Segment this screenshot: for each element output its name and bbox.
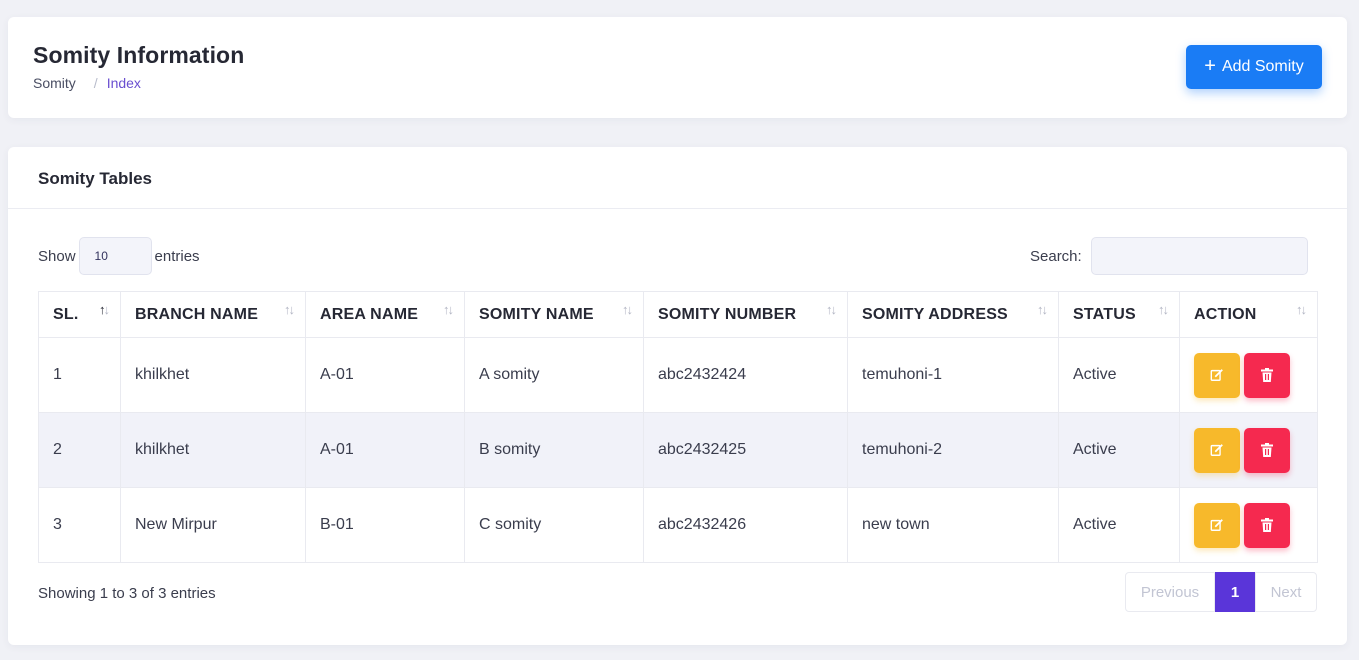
column-header-label: SOMITY NAME xyxy=(479,305,594,323)
cell-branch: New Mirpur xyxy=(120,487,306,563)
column-header-label: SOMITY NUMBER xyxy=(658,305,797,323)
column-header-somity-address[interactable]: SOMITY ADDRESS ↑↓ xyxy=(847,291,1059,338)
cell-action xyxy=(1179,487,1318,563)
cell-somity-number: abc2432424 xyxy=(643,337,848,413)
cell-branch: khilkhet xyxy=(120,412,306,488)
column-header-label: SL. xyxy=(53,305,79,323)
sort-icon: ↑↓ xyxy=(1037,302,1048,317)
sort-icon: ↑↓ xyxy=(826,302,837,317)
cell-action xyxy=(1179,412,1318,488)
cell-area: B-01 xyxy=(305,487,465,563)
cell-action xyxy=(1179,337,1318,413)
column-header-somity-name[interactable]: SOMITY NAME ↑↓ xyxy=(464,291,644,338)
sort-icon: ↑↓ xyxy=(1158,302,1169,317)
cell-status: Active xyxy=(1058,487,1180,563)
entries-length-control: Show 10 entries xyxy=(38,237,200,275)
add-somity-button[interactable]: + Add Somity xyxy=(1186,45,1322,89)
table-info: Showing 1 to 3 of 3 entries xyxy=(38,585,216,602)
column-header-action[interactable]: ACTION ↑↓ xyxy=(1179,291,1318,338)
column-header-label: ACTION xyxy=(1194,305,1257,323)
cell-address: new town xyxy=(847,487,1059,563)
search-input[interactable] xyxy=(1090,237,1308,275)
breadcrumb-separator: / xyxy=(93,75,98,91)
edit-button[interactable] xyxy=(1194,502,1240,548)
add-somity-label: Add Somity xyxy=(1221,58,1304,75)
cell-sl: 2 xyxy=(38,412,121,488)
next-page-button[interactable]: Next xyxy=(1255,572,1317,612)
search-control: Search: xyxy=(1030,237,1308,275)
sort-icon: ↑↓ xyxy=(284,302,295,317)
previous-page-button[interactable]: Previous xyxy=(1125,572,1215,612)
entries-per-page-value: 10 xyxy=(94,249,108,263)
breadcrumb-item-index: Index xyxy=(106,75,141,91)
column-header-label: STATUS xyxy=(1073,305,1136,323)
cell-area: A-01 xyxy=(305,412,465,488)
table-row: 3 New Mirpur B-01 C somity abc2432426 ne… xyxy=(38,487,1318,563)
cell-address: temuhoni-2 xyxy=(847,412,1059,488)
edit-icon xyxy=(1210,444,1223,456)
cell-branch: khilkhet xyxy=(120,337,306,413)
column-header-somity-number[interactable]: SOMITY NUMBER ↑↓ xyxy=(643,291,848,338)
delete-button[interactable] xyxy=(1244,427,1290,473)
card-divider xyxy=(8,208,1347,209)
cell-status: Active xyxy=(1058,412,1180,488)
edit-icon xyxy=(1210,369,1223,381)
cell-somity-number: abc2432425 xyxy=(643,412,848,488)
cell-address: temuhoni-1 xyxy=(847,337,1059,413)
trash-icon xyxy=(1261,518,1273,532)
card-title: Somity Tables xyxy=(38,169,152,188)
page-title: Somity Information xyxy=(33,42,245,68)
table-row: 1 khilkhet A-01 A somity abc2432424 temu… xyxy=(38,337,1318,413)
page-1-button[interactable]: 1 xyxy=(1215,572,1255,612)
edit-button[interactable] xyxy=(1194,352,1240,398)
show-label: Show xyxy=(38,247,76,265)
entries-per-page-select[interactable]: 10 xyxy=(78,237,152,275)
table-row: 2 khilkhet A-01 B somity abc2432425 temu… xyxy=(38,412,1318,488)
column-header-branch-name[interactable]: BRANCH NAME ↑↓ xyxy=(120,291,306,338)
sort-icon: ↑↓ xyxy=(1296,302,1307,317)
somity-table: SL. ↑↓ BRANCH NAME ↑↓ AREA NAME ↑↓ SOMITY N… xyxy=(38,291,1318,563)
pagination: Previous 1 Next xyxy=(1125,572,1317,612)
sort-icon: ↑↓ xyxy=(443,302,454,317)
trash-icon xyxy=(1261,443,1273,457)
cell-sl: 1 xyxy=(38,337,121,413)
cell-somity-name: C somity xyxy=(464,487,644,563)
cell-sl: 3 xyxy=(38,487,121,563)
trash-icon xyxy=(1261,368,1273,382)
table-header-row: SL. ↑↓ BRANCH NAME ↑↓ AREA NAME ↑↓ SOMITY N… xyxy=(38,291,1318,338)
edit-button[interactable] xyxy=(1194,427,1240,473)
entries-label: entries xyxy=(154,247,200,265)
plus-icon: + xyxy=(1204,55,1216,77)
delete-button[interactable] xyxy=(1244,352,1290,398)
cell-status: Active xyxy=(1058,337,1180,413)
column-header-status[interactable]: STATUS ↑↓ xyxy=(1058,291,1180,338)
cell-somity-number: abc2432426 xyxy=(643,487,848,563)
column-header-label: BRANCH NAME xyxy=(135,305,259,323)
column-header-label: SOMITY ADDRESS xyxy=(862,305,1008,323)
cell-area: A-01 xyxy=(305,337,465,413)
search-label: Search: xyxy=(1030,247,1082,265)
cell-somity-name: A somity xyxy=(464,337,644,413)
sort-icon: ↑↓ xyxy=(99,302,110,317)
breadcrumb: Somity / Index xyxy=(33,75,141,91)
somity-table-card: Somity Tables Show 10 entries Search: SL… xyxy=(8,147,1347,645)
page-header-card: Somity Information Somity / Index + Add … xyxy=(8,17,1347,118)
breadcrumb-item-somity[interactable]: Somity xyxy=(33,75,76,91)
edit-icon xyxy=(1210,519,1223,531)
column-header-sl[interactable]: SL. ↑↓ xyxy=(38,291,121,338)
cell-somity-name: B somity xyxy=(464,412,644,488)
delete-button[interactable] xyxy=(1244,502,1290,548)
column-header-area-name[interactable]: AREA NAME ↑↓ xyxy=(305,291,465,338)
column-header-label: AREA NAME xyxy=(320,305,419,323)
sort-icon: ↑↓ xyxy=(622,302,633,317)
